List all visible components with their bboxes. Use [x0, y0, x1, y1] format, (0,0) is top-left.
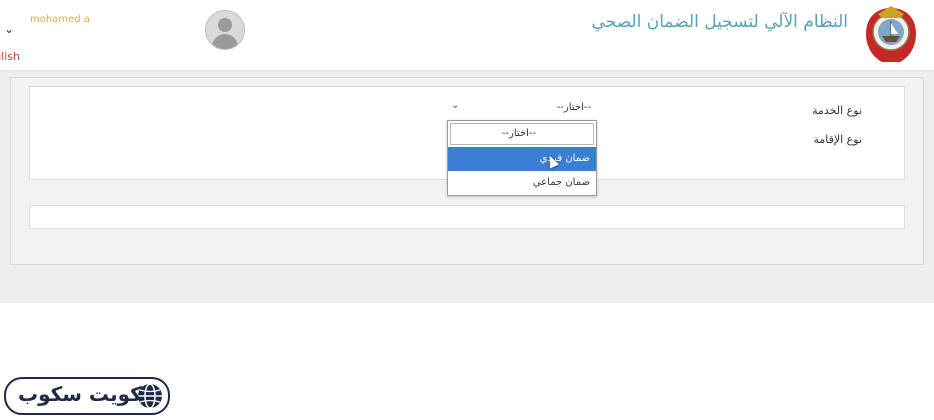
service-type-dropdown[interactable]: --اختار-- ضمان فردي ضمان جماعي [447, 120, 597, 196]
language-link[interactable]: English [0, 50, 20, 63]
watermark-text: كويت سكوب [18, 382, 142, 406]
avatar[interactable] [205, 10, 245, 50]
page: ⌄ English mohamed a النظام الآلي لتسجيل … [0, 0, 934, 420]
dropdown-option-group[interactable]: ضمان جماعي [448, 171, 596, 195]
main-panel: نوع الخدمة نوع الإقامة ⌄ --اختار-- --اخت… [10, 77, 924, 265]
avatar-head [218, 18, 232, 32]
dropdown-option-placeholder[interactable]: --اختار-- [450, 123, 594, 145]
service-type-selected-value: --اختار-- [556, 102, 591, 113]
dropdown-option-individual[interactable]: ضمان فردي [448, 147, 596, 171]
service-type-select[interactable]: ⌄ --اختار-- [447, 98, 597, 118]
chevron-down-icon[interactable]: ⌄ [451, 100, 459, 111]
content-area: نوع الخدمة نوع الإقامة ⌄ --اختار-- --اخت… [0, 71, 934, 303]
form-card: نوع الخدمة نوع الإقامة ⌄ --اختار-- --اخت… [29, 86, 905, 196]
chevron-down-icon[interactable]: ⌄ [4, 22, 14, 36]
secondary-panel [29, 205, 905, 229]
app-title: النظام الآلي لتسجيل الضمان الصحي [591, 12, 848, 32]
service-type-label: نوع الخدمة [812, 104, 862, 117]
avatar-body [212, 34, 238, 49]
kuwait-emblem-icon [866, 6, 916, 62]
header: ⌄ English mohamed a النظام الآلي لتسجيل … [0, 0, 934, 71]
residence-type-label: نوع الإقامة [813, 133, 862, 146]
username[interactable]: mohamed a [30, 14, 202, 25]
watermark-logo: كويت سكوب [4, 377, 170, 415]
